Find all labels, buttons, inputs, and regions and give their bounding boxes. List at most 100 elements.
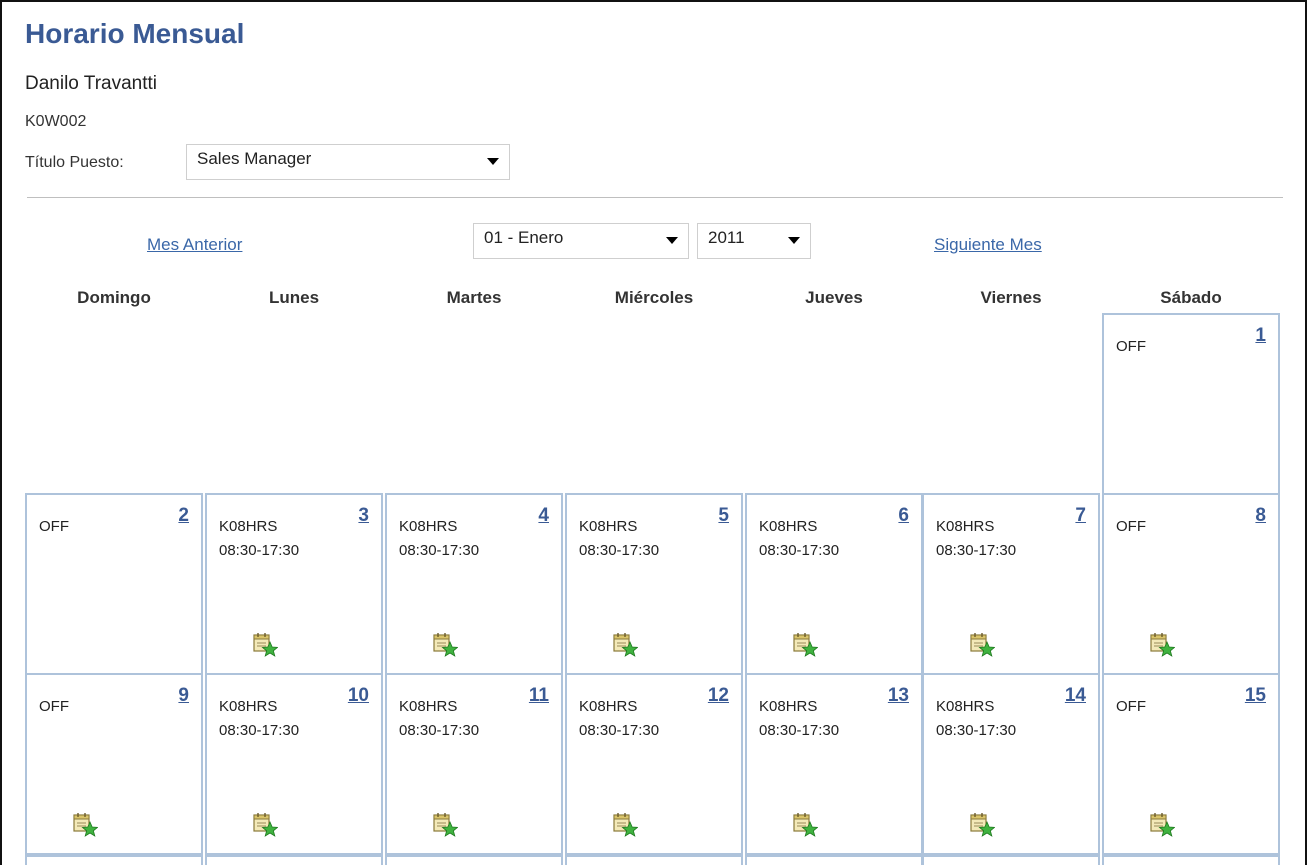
calendar-add-icon[interactable] bbox=[432, 631, 459, 657]
shift-hours: 08:30-17:30 bbox=[399, 722, 480, 739]
calendar-day-cell: K08HRS 08:30-17:30 7 bbox=[922, 493, 1100, 675]
shift-hours: 08:30-17:30 bbox=[579, 722, 660, 739]
calendar-day-cell-partial bbox=[565, 855, 743, 865]
day-number-link[interactable]: 6 bbox=[898, 505, 909, 527]
calendar-day-cell: K08HRS 08:30-17:30 3 bbox=[205, 493, 383, 675]
shift-info: K08HRS 08:30-17:30 bbox=[579, 515, 659, 563]
day-number-link[interactable]: 13 bbox=[888, 685, 909, 707]
shift-hours: 08:30-17:30 bbox=[219, 722, 300, 739]
calendar-day-cell: K08HRS 08:30-17:30 13 bbox=[745, 673, 923, 855]
shift-code: K08HRS bbox=[936, 518, 995, 535]
shift-code: K08HRS bbox=[399, 698, 458, 715]
weekday-header-domingo: Domingo bbox=[77, 288, 151, 307]
day-number-link[interactable]: 2 bbox=[178, 505, 189, 527]
month-select[interactable]: 01 - Enero bbox=[473, 223, 689, 259]
shift-hours: 08:30-17:30 bbox=[219, 542, 300, 559]
year-select[interactable]: 2011 bbox=[697, 223, 811, 259]
calendar-add-icon[interactable] bbox=[792, 811, 819, 837]
divider bbox=[27, 197, 1283, 198]
shift-info: K08HRS 08:30-17:30 bbox=[219, 695, 299, 743]
day-number-link[interactable]: 12 bbox=[708, 685, 729, 707]
shift-info: OFF bbox=[39, 515, 69, 539]
next-month-link[interactable]: Siguiente Mes bbox=[934, 235, 1042, 255]
calendar-add-icon[interactable] bbox=[792, 631, 819, 657]
calendar-add-icon[interactable] bbox=[969, 811, 996, 837]
day-number-link[interactable]: 15 bbox=[1245, 685, 1266, 707]
calendar-add-icon[interactable] bbox=[969, 631, 996, 657]
day-number-link[interactable]: 5 bbox=[718, 505, 729, 527]
shift-info: OFF bbox=[1116, 695, 1146, 719]
calendar-day-cell-partial bbox=[205, 855, 383, 865]
calendar-day-cell: K08HRS 08:30-17:30 4 bbox=[385, 493, 563, 675]
shift-hours: 08:30-17:30 bbox=[936, 722, 1017, 739]
day-number-link[interactable]: 10 bbox=[348, 685, 369, 707]
calendar-day-cell: K08HRS 08:30-17:30 14 bbox=[922, 673, 1100, 855]
shift-code: K08HRS bbox=[219, 518, 278, 535]
day-number-link[interactable]: 4 bbox=[538, 505, 549, 527]
day-number-link[interactable]: 1 bbox=[1255, 325, 1266, 347]
day-number-link[interactable]: 3 bbox=[358, 505, 369, 527]
calendar-add-icon[interactable] bbox=[1149, 811, 1176, 837]
calendar-add-icon[interactable] bbox=[252, 631, 279, 657]
shift-info: OFF bbox=[39, 695, 69, 719]
calendar-add-icon[interactable] bbox=[612, 631, 639, 657]
calendar-day-cell: K08HRS 08:30-17:30 5 bbox=[565, 493, 743, 675]
chevron-down-icon bbox=[666, 237, 678, 244]
shift-info: K08HRS 08:30-17:30 bbox=[759, 695, 839, 743]
calendar-add-icon[interactable] bbox=[612, 811, 639, 837]
calendar-add-icon[interactable] bbox=[252, 811, 279, 837]
month-value: 01 - Enero bbox=[484, 228, 564, 247]
shift-code: K08HRS bbox=[759, 518, 818, 535]
calendar-add-icon[interactable] bbox=[432, 811, 459, 837]
shift-info: K08HRS 08:30-17:30 bbox=[219, 515, 299, 563]
previous-month-link[interactable]: Mes Anterior bbox=[147, 235, 242, 255]
shift-code: OFF bbox=[1116, 338, 1146, 355]
employee-id: K0W002 bbox=[25, 113, 87, 130]
shift-info: K08HRS 08:30-17:30 bbox=[399, 515, 479, 563]
employee-name: Danilo Travantti bbox=[25, 73, 158, 94]
weekday-header-jueves: Jueves bbox=[805, 288, 863, 307]
shift-info: K08HRS 08:30-17:30 bbox=[936, 515, 1016, 563]
year-value: 2011 bbox=[708, 228, 745, 247]
calendar-day-cell: OFF 1 bbox=[1102, 313, 1280, 495]
shift-info: K08HRS 08:30-17:30 bbox=[399, 695, 479, 743]
calendar-day-cell: OFF 15 bbox=[1102, 673, 1280, 855]
day-number-link[interactable]: 8 bbox=[1255, 505, 1266, 527]
calendar-day-cell: OFF 9 bbox=[25, 673, 203, 855]
shift-hours: 08:30-17:30 bbox=[759, 542, 840, 559]
day-number-link[interactable]: 11 bbox=[529, 685, 549, 707]
calendar-day-cell-partial bbox=[1102, 855, 1280, 865]
shift-info: K08HRS 08:30-17:30 bbox=[759, 515, 839, 563]
shift-hours: 08:30-17:30 bbox=[759, 722, 840, 739]
shift-info: OFF bbox=[1116, 335, 1146, 359]
calendar-day-cell: K08HRS 08:30-17:30 10 bbox=[205, 673, 383, 855]
shift-info: K08HRS 08:30-17:30 bbox=[579, 695, 659, 743]
shift-code: OFF bbox=[39, 518, 69, 535]
job-title-label: Título Puesto: bbox=[25, 154, 124, 171]
page-title: Horario Mensual bbox=[25, 18, 245, 49]
calendar-day-cell: K08HRS 08:30-17:30 11 bbox=[385, 673, 563, 855]
day-number-link[interactable]: 14 bbox=[1065, 685, 1086, 707]
shift-code: OFF bbox=[39, 698, 69, 715]
chevron-down-icon bbox=[788, 237, 800, 244]
day-number-link[interactable]: 9 bbox=[178, 685, 189, 707]
day-number-link[interactable]: 7 bbox=[1075, 505, 1086, 527]
shift-code: K08HRS bbox=[579, 518, 638, 535]
calendar-add-icon[interactable] bbox=[72, 811, 99, 837]
shift-code: K08HRS bbox=[579, 698, 638, 715]
job-title-select[interactable]: Sales Manager bbox=[186, 144, 510, 180]
shift-info: K08HRS 08:30-17:30 bbox=[936, 695, 1016, 743]
calendar-day-cell: K08HRS 08:30-17:30 6 bbox=[745, 493, 923, 675]
shift-code: K08HRS bbox=[759, 698, 818, 715]
calendar-day-cell-partial bbox=[385, 855, 563, 865]
shift-code: K08HRS bbox=[399, 518, 458, 535]
shift-code: K08HRS bbox=[936, 698, 995, 715]
shift-hours: 08:30-17:30 bbox=[399, 542, 480, 559]
weekday-header-martes: Martes bbox=[446, 288, 502, 307]
weekday-header-sabado: Sábado bbox=[1160, 288, 1222, 307]
shift-hours: 08:30-17:30 bbox=[579, 542, 660, 559]
calendar-day-cell-partial bbox=[922, 855, 1100, 865]
calendar-day-cell-partial bbox=[25, 855, 203, 865]
shift-code: K08HRS bbox=[219, 698, 278, 715]
calendar-add-icon[interactable] bbox=[1149, 631, 1176, 657]
